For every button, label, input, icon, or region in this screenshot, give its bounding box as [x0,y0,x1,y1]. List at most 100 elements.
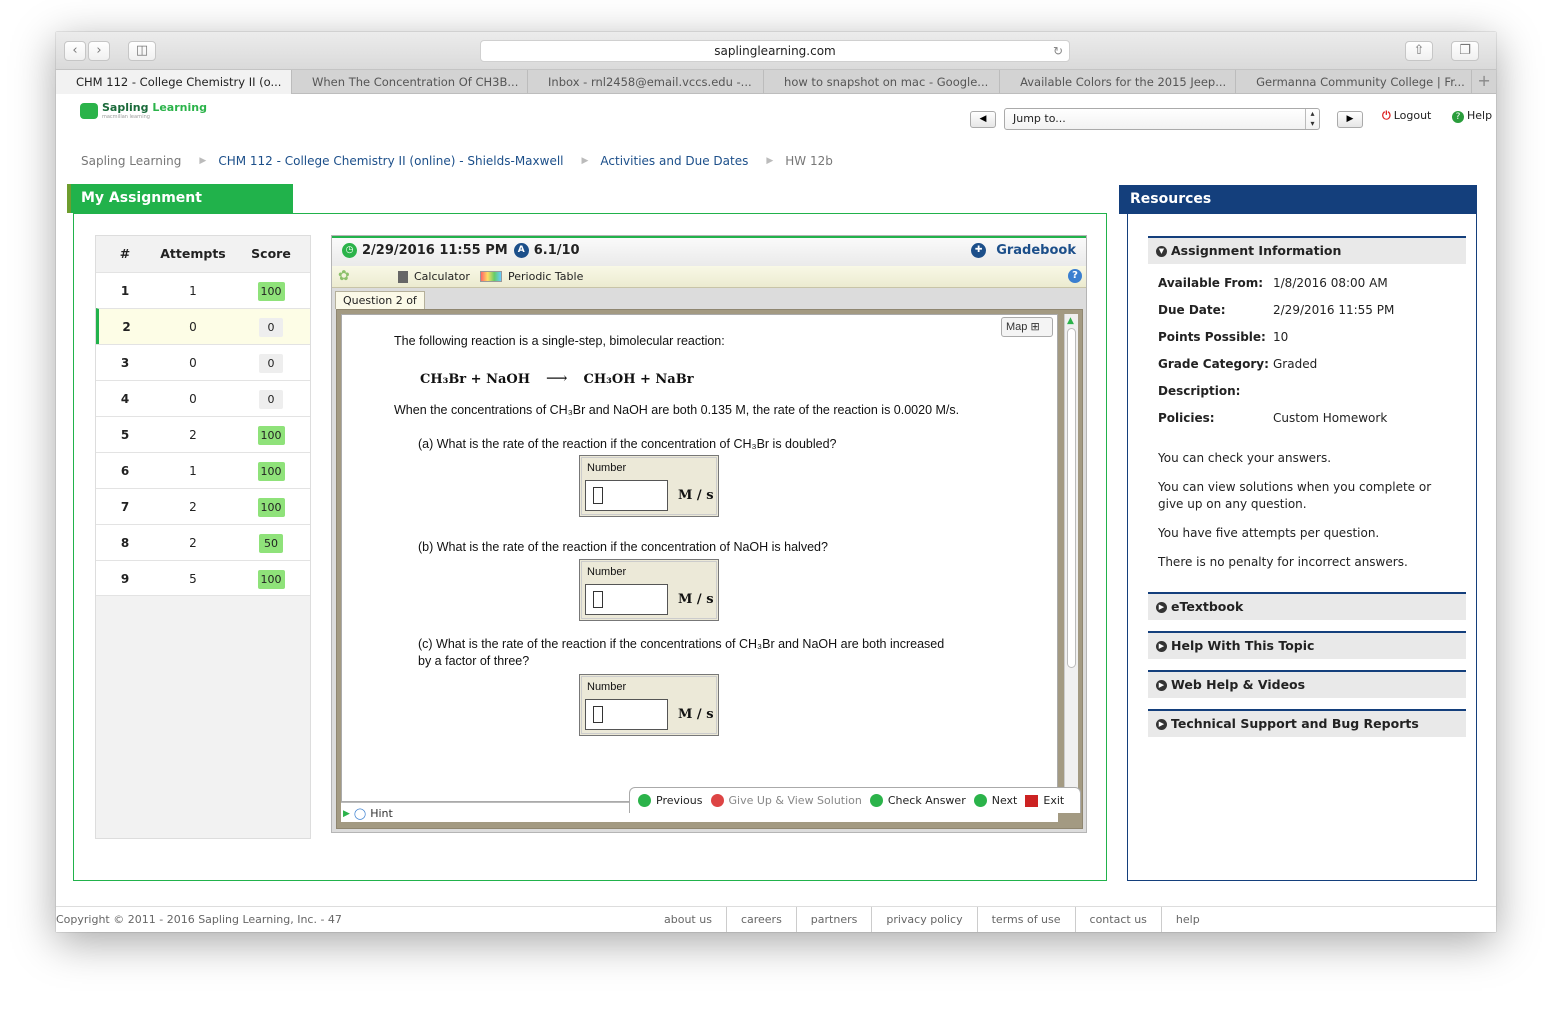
reload-icon[interactable]: ↻ [1053,41,1063,61]
hint-label: Hint [370,807,393,820]
score-table-header: # Attempts Score [96,236,310,272]
row-attempts: 0 [189,392,197,406]
question-help-icon[interactable]: ? [1068,269,1082,283]
check-label: Check Answer [887,794,966,807]
part-c-text-cont: by a factor of three? [418,654,530,668]
row-number: 4 [120,392,130,406]
assignment-info-section[interactable]: ▼ Assignment Information [1148,236,1466,264]
row-number: 2 [122,320,131,334]
sapling-leaf-icon: ✿ [338,268,350,284]
new-tab-button[interactable]: + [1472,70,1496,93]
give-up-button[interactable]: Give Up & View Solution [710,794,862,807]
next-icon [973,794,987,807]
question-row[interactable]: 4 0 0 [96,380,310,416]
question-row[interactable]: 3 0 0 [96,344,310,380]
sidebar-toggle-icon[interactable]: ◫ [128,41,156,61]
question-row[interactable]: 6 1 100 [96,452,310,488]
sapling-logo[interactable]: Sapling Learning macmillan learning [80,102,207,120]
footer-link-contact[interactable]: contact us [1076,907,1162,932]
description: Description: [1158,384,1273,398]
previous-label: Previous [656,794,703,807]
row-number: 7 [120,500,130,514]
forward-button[interactable]: › [88,41,110,61]
info-value: Custom Homework [1273,411,1388,425]
hint-button[interactable]: ▶ ◯ Hint [343,807,393,820]
question-row[interactable]: 9 5 100 [96,560,310,596]
calculator-button[interactable]: Calculator [398,270,470,283]
policy-note: You can view solutions when you complete… [1158,480,1432,511]
exit-button[interactable]: Exit [1025,794,1064,807]
gradebook-link[interactable]: ✚ Gradebook [971,243,1076,258]
share-icon[interactable]: ⇧ [1405,41,1433,61]
answer-box-a: Number M / s [579,455,719,517]
previous-icon [638,794,651,807]
map-button[interactable]: Map ⊞ [1001,317,1053,337]
tabs-overview-icon[interactable]: ❐ [1451,41,1479,61]
back-button[interactable]: ‹ [64,41,86,61]
section-title: eTextbook [1171,599,1244,614]
page-footer: Copyright © 2011 - 2016 Sapling Learning… [56,906,1496,932]
tech-support-section[interactable]: ▶ Technical Support and Bug Reports [1148,709,1466,737]
jump-to-select[interactable]: Jump to... ▴ ▾ [1004,108,1320,130]
browser-tab[interactable]: how to snapshot on mac - Google... [764,70,1001,94]
previous-button[interactable]: Previous [638,794,703,807]
expand-icon: ▶ [1156,679,1167,691]
part-b-text: (b) What is the rate of the reaction if … [418,540,828,554]
breadcrumb-current: HW 12b [785,154,833,168]
check-answer-button[interactable]: Check Answer [869,794,966,807]
number-label: Number [587,566,627,578]
question-icon: ? [1452,111,1464,123]
browser-tab[interactable]: Available Colors for the 2015 Jeep... [1000,70,1237,94]
answer-box-c: Number M / s [579,674,719,736]
reaction-equation: CH₃Br + NaOH ⟶ CH₃OH + NaBr [420,369,694,387]
policies: Policies: Custom Homework [1158,411,1387,425]
question-row[interactable]: 1 1 100 [96,272,310,308]
answer-input-a[interactable] [585,480,668,511]
info-value: 1/8/2016 08:00 AM [1273,276,1388,290]
score-badge: 100 [257,426,285,445]
question-row[interactable]: 8 2 50 [96,524,310,560]
help-topic-section[interactable]: ▶ Help With This Topic [1148,631,1466,659]
footer-link-about[interactable]: about us [650,907,727,932]
footer-link-privacy[interactable]: privacy policy [872,907,978,932]
bulb-icon: ◯ [353,807,367,820]
next-assignment-button[interactable]: ▶ [1337,111,1363,128]
footer-link-partners[interactable]: partners [797,907,873,932]
browser-tab[interactable]: Germanna Community College | Fr... [1236,70,1473,94]
question-row[interactable]: 7 2 100 [96,488,310,524]
breadcrumb-activities-link[interactable]: Activities and Due Dates [600,154,748,168]
web-help-section[interactable]: ▶ Web Help & Videos [1148,670,1466,698]
scroll-up-icon[interactable]: ▲ [1067,316,1074,326]
breadcrumb-course-link[interactable]: CHM 112 - College Chemistry II (online) … [218,154,563,168]
grade-category: Grade Category: Graded [1158,357,1317,371]
answer-input-b[interactable] [585,584,668,615]
footer-link-help[interactable]: help [1162,907,1214,932]
footer-link-terms[interactable]: terms of use [978,907,1076,932]
info-label: Available From: [1158,276,1264,290]
logout-link[interactable]: ⏻ Logout [1382,109,1431,123]
periodic-table-button[interactable]: Periodic Table [480,270,583,283]
scroll-thumb[interactable] [1067,328,1076,668]
etextbook-section[interactable]: ▶ eTextbook [1148,592,1466,620]
question-row-current[interactable]: 2 0 0 [96,308,310,344]
page-content: Sapling Learning macmillan learning ◀ Ju… [56,94,1496,932]
question-row[interactable]: 5 2 100 [96,416,310,452]
row-attempts: 1 [189,464,197,478]
browser-toolbar: ‹ › ◫ saplinglearning.com ↻ ⇧ ❐ [56,32,1496,70]
text-cursor [593,591,603,608]
prev-assignment-button[interactable]: ◀ [970,111,996,128]
logo-subtext: macmillan learning [102,114,150,120]
footer-link-careers[interactable]: careers [727,907,797,932]
address-bar[interactable]: saplinglearning.com ↻ [480,40,1070,62]
browser-tab[interactable]: CHM 112 - College Chemistry II (o... [56,70,293,94]
browser-tab[interactable]: When The Concentration Of CH3B... [292,70,529,94]
row-attempts: 2 [189,536,197,550]
next-button[interactable]: Next [973,794,1017,807]
answer-input-c[interactable] [585,699,668,730]
help-link[interactable]: ? Help [1452,109,1492,123]
question-scrollbar[interactable]: ▲ ▼ [1064,314,1078,798]
browser-tab[interactable]: Inbox - rnl2458@email.vccs.edu -... [528,70,765,94]
text-cursor [593,487,603,504]
map-icon: ⊞ [1030,321,1040,333]
unit-label: M / s [678,707,714,722]
